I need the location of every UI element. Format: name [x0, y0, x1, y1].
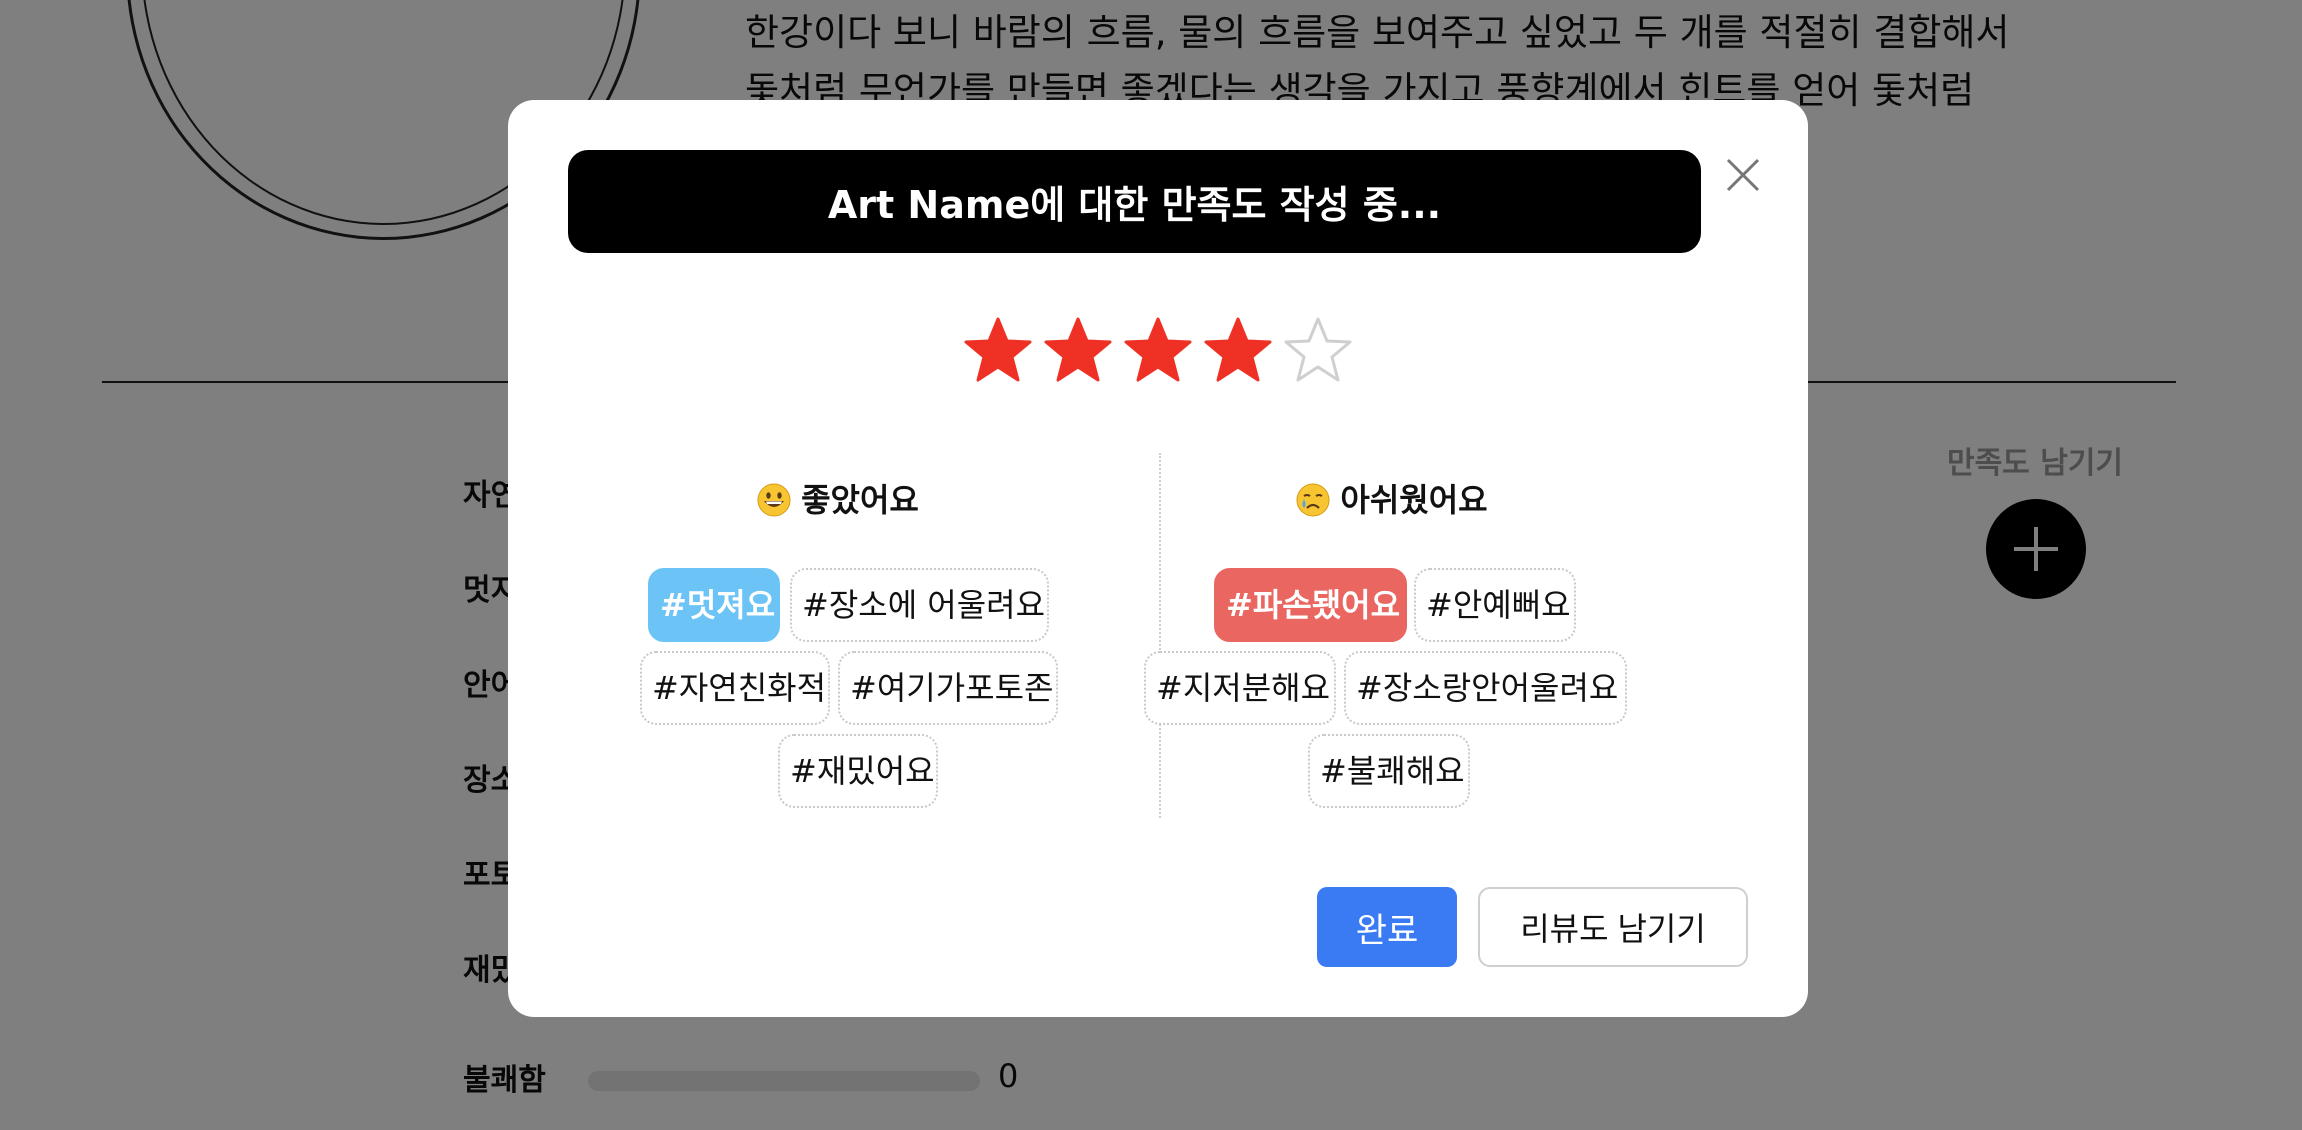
negative-heading: 아쉬웠어요: [1092, 475, 1692, 525]
star-filled-icon[interactable]: [963, 316, 1033, 386]
star-filled-icon[interactable]: [1043, 316, 1113, 386]
tag-chip[interactable]: #장소랑안어울려요: [1344, 651, 1627, 725]
negative-heading-label: 아쉬웠어요: [1340, 481, 1488, 519]
close-icon: [1726, 158, 1760, 192]
negative-column: 아쉬웠어요 #파손됐어요 #안예뻐요 #지저분해요 #장소랑안어울려요 #불쾌해…: [1092, 475, 1692, 808]
star-filled-icon[interactable]: [1203, 316, 1273, 386]
tag-chip[interactable]: #안예뻐요: [1414, 568, 1576, 642]
tag-chip[interactable]: #자연친화적: [640, 651, 830, 725]
tag-chip[interactable]: #지저분해요: [1144, 651, 1336, 725]
modal-title: Art Name에 대한 만족도 작성 중...: [568, 150, 1701, 253]
positive-heading-label: 좋았어요: [801, 481, 919, 519]
tag-chip[interactable]: #여기가포토존: [838, 651, 1058, 725]
crying-face-icon: [1296, 483, 1330, 517]
leave-review-button[interactable]: 리뷰도 남기기: [1478, 887, 1748, 967]
positive-column: 좋았어요 #멋져요 #장소에 어울려요 #자연친화적 #여기가포토존 #재밌어요: [538, 475, 1138, 808]
star-empty-icon[interactable]: [1283, 316, 1353, 386]
done-button[interactable]: 완료: [1317, 887, 1457, 967]
star-filled-icon[interactable]: [1123, 316, 1193, 386]
tag-chip[interactable]: #멋져요: [648, 568, 780, 642]
close-button[interactable]: [1718, 150, 1768, 200]
grinning-face-icon: [757, 483, 791, 517]
tag-chip[interactable]: #재밌어요: [778, 734, 938, 808]
satisfaction-modal: Art Name에 대한 만족도 작성 중... 좋았어요 #멋져요 #장소에 …: [508, 100, 1808, 1017]
positive-heading: 좋았어요: [538, 475, 1138, 525]
tag-chip[interactable]: #장소에 어울려요: [790, 568, 1049, 642]
tag-chip[interactable]: #파손됐어요: [1214, 568, 1407, 642]
star-rating: [963, 316, 1353, 386]
tag-chip[interactable]: #불쾌해요: [1308, 734, 1470, 808]
